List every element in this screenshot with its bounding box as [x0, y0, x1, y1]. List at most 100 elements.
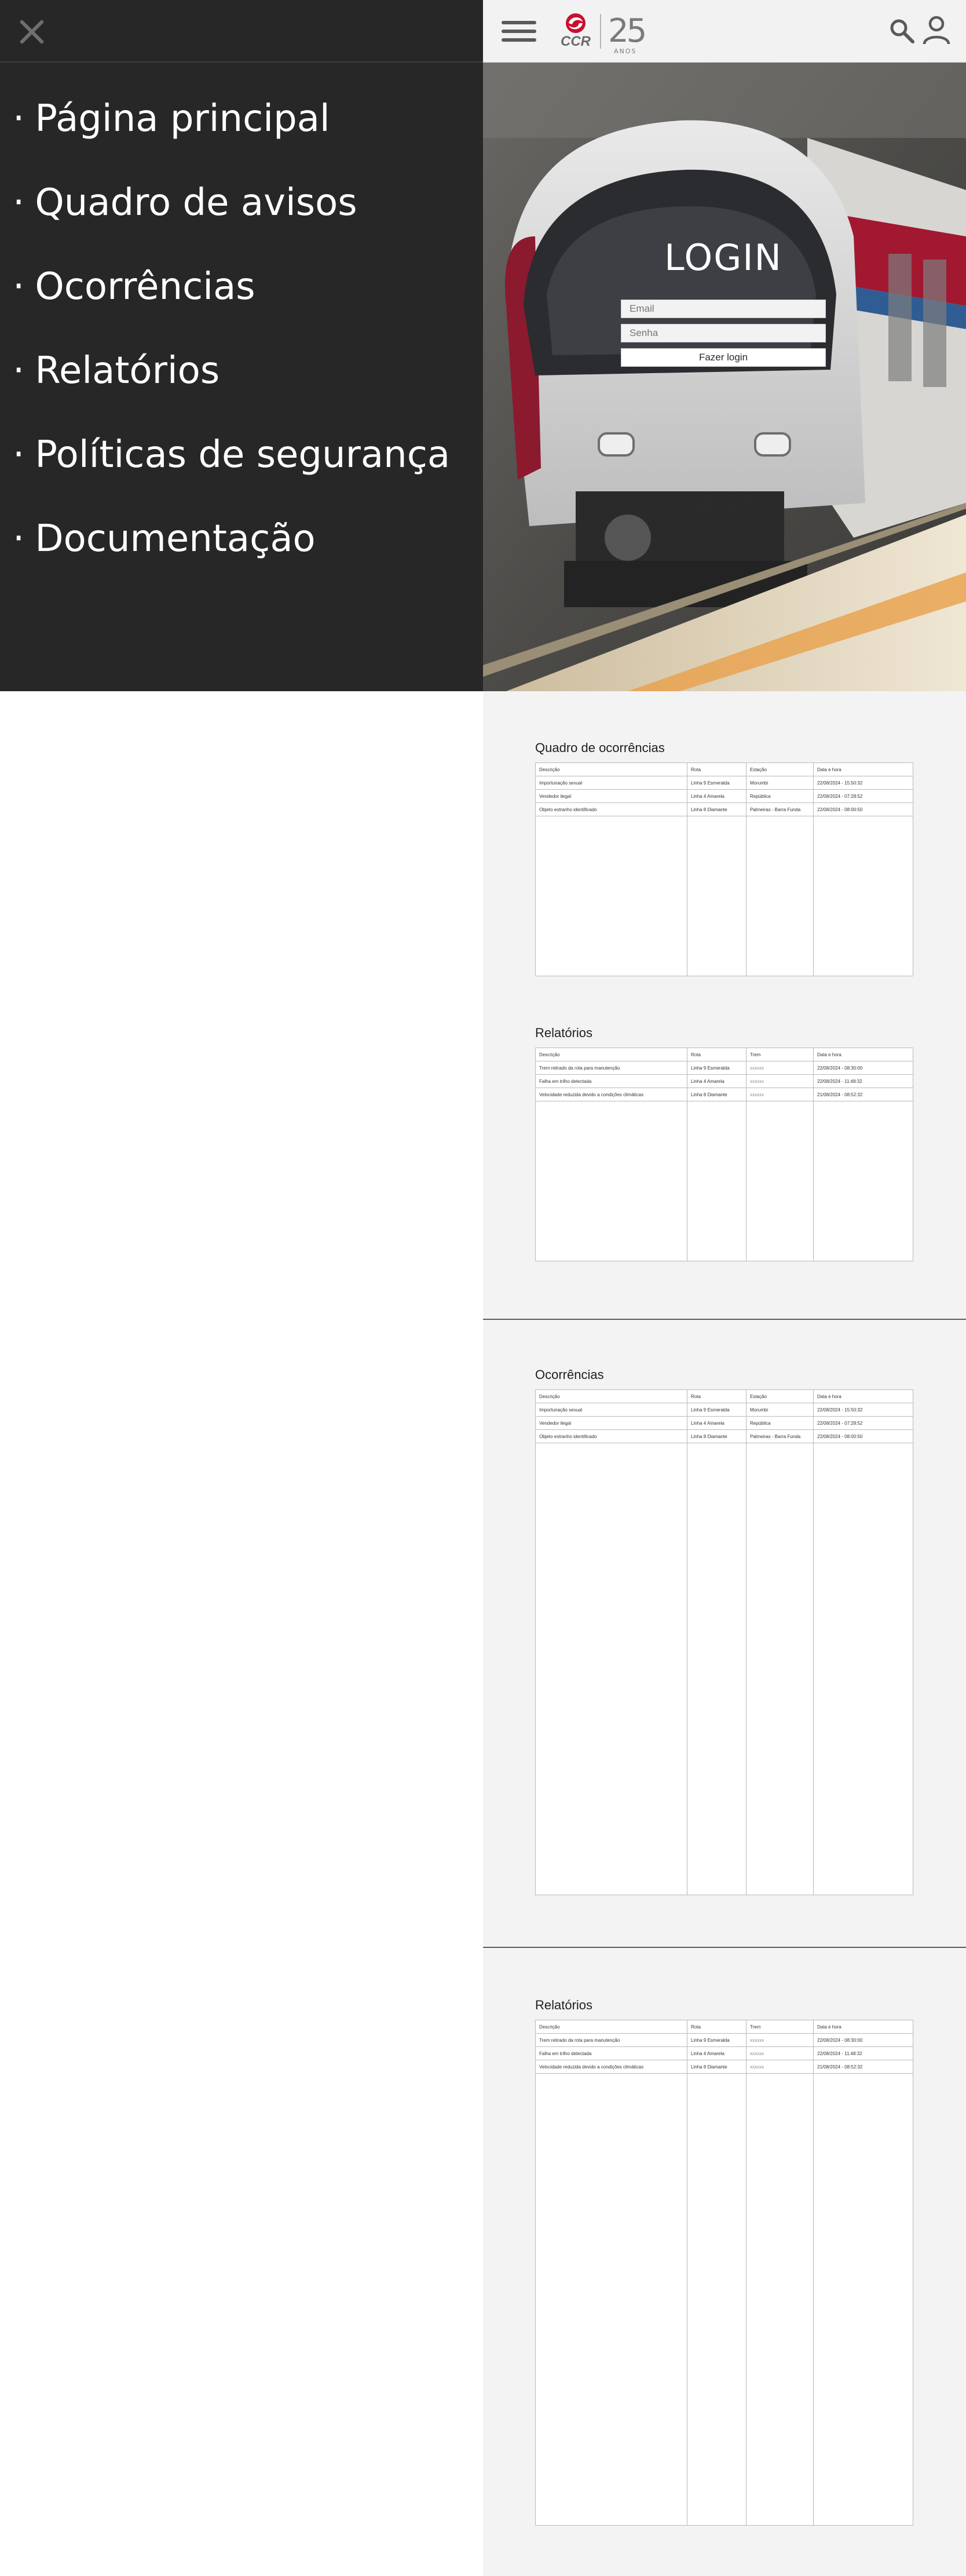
reports-panel: Relatórios Descrição Rota Trem Data e ho… [535, 1026, 913, 1261]
top-bar: CCR 25 ANOS [483, 0, 966, 63]
column-header: Descrição [535, 2020, 687, 2034]
cell-route: Linha 4 Amarela [687, 1074, 747, 1088]
table-row[interactable]: Vendedor ilegal Linha 4 Amarela Repúblic… [535, 789, 913, 803]
cell-route: Linha 9 Esmeralda [687, 1061, 747, 1075]
menu-item-quadro-de-avisos[interactable]: · Quadro de avisos [0, 181, 483, 265]
cell-station: Morumbi [746, 1403, 814, 1417]
login-form: LOGIN Fazer login [621, 236, 826, 367]
menu-item-label: Quadro de avisos [35, 181, 357, 224]
column-header: Rota [687, 2020, 747, 2034]
hamburger-menu-icon[interactable] [502, 21, 536, 43]
table-row[interactable]: Trem retirado da rota para manutenção Li… [535, 1061, 913, 1075]
login-button[interactable]: Fazer login [621, 348, 826, 367]
cell-route: Linha 4 Amarela [687, 2046, 747, 2060]
cell-station: Morumbi [746, 776, 814, 790]
cell-datetime: 21/08/2024 - 08:52:32 [813, 2060, 913, 2074]
menu-item-label: Documentação [35, 517, 316, 560]
bullet: · [13, 517, 25, 560]
cell-train: xxxxxx [746, 2046, 814, 2060]
login-title: LOGIN [664, 236, 782, 279]
cell-datetime: 22/08/2024 - 07:28:52 [813, 789, 913, 803]
side-menu-list: · Página principal · Quadro de avisos · Oco… [0, 63, 483, 601]
cell-route: Linha 9 Esmeralda [687, 1403, 747, 1417]
column-header: Trem [746, 2020, 814, 2034]
bullet: · [13, 433, 25, 476]
cell-route: Linha 9 Esmeralda [687, 776, 747, 790]
cell-route: Linha 8 Diamante [687, 1429, 747, 1443]
cell-description: Velocidade reduzida devido a condições c… [535, 2060, 687, 2074]
table-empty-area [535, 1101, 913, 1261]
menu-item-label: Página principal [35, 97, 330, 140]
column-header: Rota [687, 762, 747, 776]
bullet: · [13, 265, 25, 308]
ccr-logo-mark: CCR [558, 10, 593, 52]
panel-title: Quadro de ocorrências [535, 740, 665, 755]
main-content: CCR 25 ANOS A-05 LOGIN Email Fazer login… [483, 0, 966, 2576]
user-icon[interactable] [922, 15, 951, 45]
cell-description: Importunação sexual [535, 1403, 687, 1417]
table-row[interactable]: Trem retirado da rota para manutenção Li… [535, 2033, 913, 2047]
ccr-logo[interactable]: CCR 25 ANOS [558, 10, 647, 54]
menu-item-label: Políticas de segurança [35, 433, 451, 476]
table-row[interactable]: Velocidade reduzida devido a condições c… [535, 2060, 913, 2074]
cell-description: Trem retirado da rota para manutenção [535, 2033, 687, 2047]
email-field[interactable] [621, 300, 826, 318]
search-icon[interactable] [888, 17, 915, 44]
cell-train: xxxxxx [746, 1074, 814, 1088]
menu-item-politicas-de-seguranca[interactable]: · Políticas de segurança [0, 433, 483, 517]
cell-train: xxxxxx [746, 1088, 814, 1101]
occurrences-board-panel: Quadro de ocorrências Descrição Rota Est… [535, 740, 913, 976]
cell-train: xxxxxx [746, 2060, 814, 2074]
occurrences-panel: Ocorrências Descrição Rota Estação Data … [535, 1367, 913, 1895]
cell-station: Palmeiras - Barra Funda [746, 802, 814, 816]
column-header: Descrição [535, 1048, 687, 1061]
table-row[interactable]: Vendedor ilegal Linha 4 Amarela Repúblic… [535, 1416, 913, 1430]
anniversary-number: 25 [608, 12, 647, 50]
bullet: · [13, 181, 25, 224]
menu-item-pagina-principal[interactable]: · Página principal [0, 97, 483, 181]
password-field[interactable] [621, 324, 826, 342]
table-row[interactable]: Importunação sexual Linha 9 Esmeralda Mo… [535, 1403, 913, 1417]
menu-item-ocorrencias[interactable]: · Ocorrências [0, 265, 483, 349]
cell-description: Objeto estranho identificado [535, 802, 687, 816]
reports-table: Descrição Rota Trem Data e hora Trem ret… [535, 1048, 913, 1261]
panel-title: Relatórios [535, 1998, 593, 2012]
cell-datetime: 22/08/2024 - 08:00:50 [813, 802, 913, 816]
column-header: Data e hora [813, 1048, 913, 1061]
cell-train: xxxxxx [746, 1061, 814, 1075]
close-icon[interactable] [15, 19, 45, 45]
cell-description: Velocidade reduzida devido a condições c… [535, 1088, 687, 1101]
cell-datetime: 22/08/2024 - 08:30:00 [813, 2033, 913, 2047]
table-row[interactable]: Objeto estranho identificado Linha 8 Dia… [535, 802, 913, 816]
table-header-row: Descrição Rota Trem Data e hora [535, 1048, 913, 1061]
menu-item-documentacao[interactable]: · Documentação [0, 517, 483, 601]
menu-item-relatorios[interactable]: · Relatórios [0, 349, 483, 433]
reports-table: Descrição Rota Trem Data e hora Trem ret… [535, 2020, 913, 2526]
bullet: · [13, 97, 25, 140]
cell-route: Linha 8 Diamante [687, 1088, 747, 1101]
logo-separator [600, 14, 601, 49]
column-header: Data e hora [813, 762, 913, 776]
cell-route: Linha 4 Amarela [687, 1416, 747, 1430]
cell-description: Falha em trilho detectada [535, 2046, 687, 2060]
cell-route: Linha 8 Diamante [687, 802, 747, 816]
cell-description: Importunação sexual [535, 776, 687, 790]
logo-text: CCR [561, 34, 591, 49]
cell-train: xxxxxx [746, 2033, 814, 2047]
table-empty-area [535, 2073, 913, 2526]
cell-datetime: 22/08/2024 - 11:48:32 [813, 2046, 913, 2060]
table-row[interactable]: Falha em trilho detectada Linha 4 Amarel… [535, 2046, 913, 2060]
table-row[interactable]: Falha em trilho detectada Linha 4 Amarel… [535, 1074, 913, 1088]
table-row[interactable]: Velocidade reduzida devido a condições c… [535, 1088, 913, 1101]
table-row[interactable]: Objeto estranho identificado Linha 8 Dia… [535, 1429, 913, 1443]
occurrences-board-table: Descrição Rota Estação Data e hora Impor… [535, 762, 913, 976]
panel-title: Ocorrências [535, 1367, 604, 1382]
column-header: Data e hora [813, 1389, 913, 1403]
table-header-row: Descrição Rota Estação Data e hora [535, 1389, 913, 1403]
column-header: Rota [687, 1048, 747, 1061]
side-menu: · Página principal · Quadro de avisos · Oco… [0, 0, 483, 691]
table-row[interactable]: Importunação sexual Linha 9 Esmeralda Mo… [535, 776, 913, 790]
cell-datetime: 22/08/2024 - 11:48:32 [813, 1074, 913, 1088]
cell-description: Objeto estranho identificado [535, 1429, 687, 1443]
cell-station: República [746, 1416, 814, 1430]
